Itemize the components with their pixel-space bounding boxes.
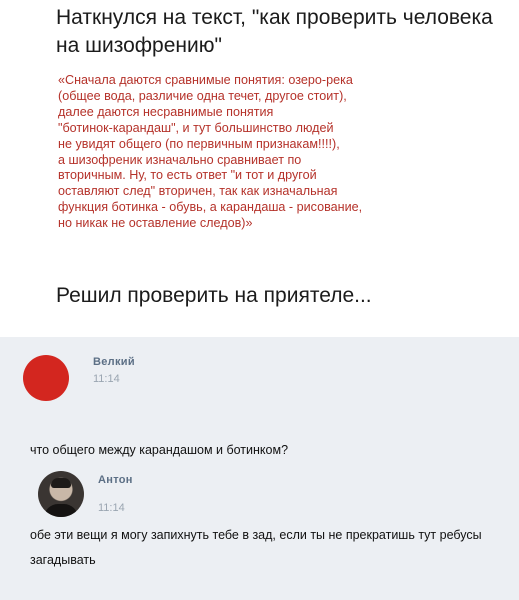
message-time: 11:14 — [93, 373, 120, 385]
meme-caption-area: Наткнулся на текст, "как проверить челов… — [0, 0, 519, 330]
avatar[interactable] — [23, 355, 69, 401]
avatar[interactable] — [38, 471, 84, 517]
profile-photo-icon — [51, 478, 71, 488]
chat-message: Велкий 11:14 что общего между карандашом… — [0, 337, 519, 462]
author-name[interactable]: Велкий — [93, 356, 135, 368]
chat-screenshot: Велкий 11:14 что общего между карандашом… — [0, 337, 519, 600]
meme-subheading: Решил проверить на приятеле... — [56, 284, 372, 307]
author-name[interactable]: Антон — [98, 474, 133, 486]
chat-message: Антон 11:14 обе эти вещи я могу запихнут… — [0, 463, 519, 600]
message-time: 11:14 — [98, 502, 125, 514]
message-text: что общего между карандашом и ботинком? — [30, 443, 289, 457]
meme-quote: «Сначала даются сравнимые понятия: озеро… — [58, 73, 363, 231]
message-text: обе эти вещи я могу запихнуть тебе в зад… — [30, 528, 482, 567]
meme-heading: Наткнулся на текст, "как проверить челов… — [56, 6, 493, 57]
